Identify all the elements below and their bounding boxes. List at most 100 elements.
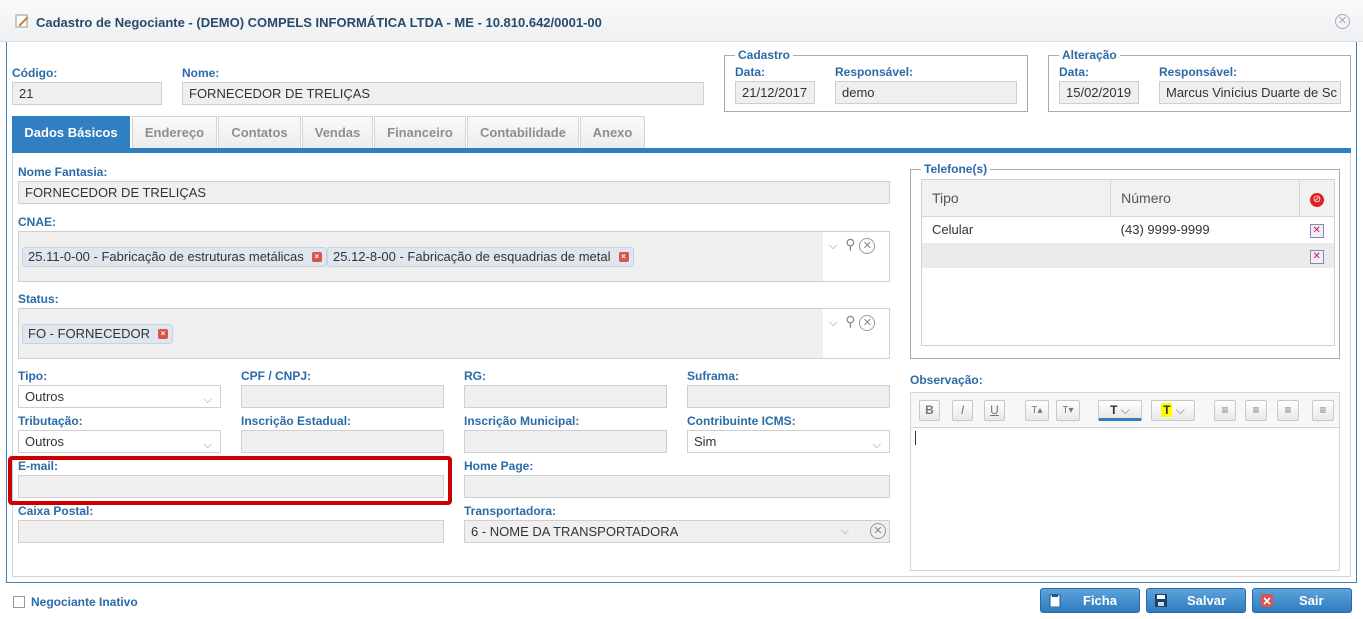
delete-row-icon[interactable]: ✕ xyxy=(1309,250,1324,264)
contribuinte-icms-select[interactable]: Sim ⌵ xyxy=(687,430,890,453)
justify-button[interactable]: ≡ xyxy=(1312,400,1334,421)
tributacao-select[interactable]: Outros ⌵ xyxy=(18,430,221,453)
remove-all-icon[interactable]: ⊘ xyxy=(1309,192,1324,207)
table-row[interactable]: Celular (43) 9999-9999 ✕ xyxy=(922,216,1334,243)
title-bar: Cadastro de Negociante - (DEMO) COMPELS … xyxy=(0,0,1363,42)
cnae-chip: 25.12-8-00 - Fabricação de esquadrias de… xyxy=(327,247,634,267)
chevron-down-icon: ⌵ xyxy=(872,439,881,451)
tipo-select[interactable]: Outros ⌵ xyxy=(18,385,221,408)
inscricao-municipal-field[interactable] xyxy=(464,430,667,453)
phones-header-row: Tipo Número ⊘ xyxy=(922,180,1334,217)
search-icon[interactable]: ⚲ xyxy=(845,313,855,329)
phone-numero-cell: (43) 9999-9999 xyxy=(1120,222,1210,238)
inscricao-estadual-label: Inscrição Estadual: xyxy=(241,414,352,428)
chevron-down-icon[interactable]: ⌵ xyxy=(829,240,837,252)
status-chip: FO - FORNECEDOR × xyxy=(22,324,174,344)
tributacao-label: Tributação: xyxy=(18,414,83,428)
cnae-multiselect[interactable]: 25.11-0-00 - Fabricação de estruturas me… xyxy=(18,231,890,282)
clear-icon[interactable]: ✕ xyxy=(870,523,886,539)
clear-icon[interactable]: ✕ xyxy=(859,315,876,331)
codigo-field[interactable]: 21 xyxy=(12,82,162,105)
col-numero-header: Número xyxy=(1110,180,1300,217)
alteracao-legend: Alteração xyxy=(1059,48,1120,62)
close-icon[interactable]: ✕ xyxy=(1335,14,1350,29)
alteracao-data-field[interactable]: 15/02/2019 xyxy=(1059,81,1139,104)
remove-chip-icon[interactable]: × xyxy=(311,252,322,262)
font-color-button[interactable]: T ⌵ xyxy=(1098,400,1142,421)
nome-field[interactable]: FORNECEDOR DE TRELIÇAS xyxy=(182,82,704,105)
telefones-legend: Telefone(s) xyxy=(921,162,991,176)
observacao-editor[interactable] xyxy=(910,428,1340,571)
chevron-down-icon: ⌵ xyxy=(203,439,212,451)
highlight-color-button[interactable]: T ⌵ xyxy=(1151,400,1195,421)
caixa-postal-field[interactable] xyxy=(18,520,444,543)
caixa-postal-label: Caixa Postal: xyxy=(18,504,94,518)
salvar-button[interactable]: Salvar xyxy=(1146,588,1246,613)
inscricao-municipal-label: Inscrição Municipal: xyxy=(464,414,580,428)
tab-vendas[interactable]: Vendas xyxy=(302,116,373,149)
bold-button[interactable]: B xyxy=(919,400,940,421)
remove-chip-icon[interactable]: × xyxy=(618,252,629,262)
negociante-inativo-label: Negociante Inativo xyxy=(31,595,138,609)
cpf-cnpj-field[interactable] xyxy=(241,385,444,408)
transportadora-label: Transportadora: xyxy=(464,504,557,518)
pencil-icon xyxy=(15,14,29,28)
underline-button[interactable]: U xyxy=(984,400,1005,421)
tab-dados-basicos[interactable]: Dados Básicos xyxy=(12,116,130,149)
sair-button[interactable]: Sair xyxy=(1252,588,1352,613)
status-label: Status: xyxy=(18,292,59,306)
home-page-field[interactable] xyxy=(464,475,890,498)
clipboard-icon xyxy=(1049,594,1061,607)
observacao-label: Observação: xyxy=(910,373,983,387)
home-page-label: Home Page: xyxy=(464,459,534,473)
email-highlight-box xyxy=(8,456,452,505)
cadastro-data-field[interactable]: 21/12/2017 xyxy=(735,81,815,104)
text-cursor xyxy=(915,431,916,445)
search-icon[interactable]: ⚲ xyxy=(845,236,855,252)
chevron-down-icon[interactable]: ⌵ xyxy=(841,521,849,542)
cadastro-data-label: Data: xyxy=(735,65,766,79)
alteracao-resp-field[interactable]: Marcus Vinícius Duarte de Sc xyxy=(1159,81,1341,104)
window-title: Cadastro de Negociante - (DEMO) COMPELS … xyxy=(36,15,602,30)
chevron-down-icon[interactable]: ⌵ xyxy=(829,317,837,329)
superscript-button[interactable]: T▴ xyxy=(1025,400,1049,421)
cpf-cnpj-label: CPF / CNPJ: xyxy=(241,369,312,383)
chevron-down-icon: ⌵ xyxy=(203,394,212,406)
phones-grid: Tipo Número ⊘ Celular (43) 9999-9999 ✕ ✕ xyxy=(921,179,1335,346)
cnae-label: CNAE: xyxy=(18,215,56,229)
remove-chip-icon[interactable]: × xyxy=(158,329,169,339)
codigo-label: Código: xyxy=(12,66,58,80)
delete-row-icon[interactable]: ✕ xyxy=(1309,224,1324,239)
alteracao-resp-label: Responsável: xyxy=(1159,65,1238,79)
inscricao-estadual-field[interactable] xyxy=(241,430,444,453)
save-icon xyxy=(1155,594,1167,607)
italic-button[interactable]: I xyxy=(952,400,973,421)
cadastro-legend: Cadastro xyxy=(735,48,794,62)
suframa-label: Suframa: xyxy=(687,369,740,383)
tab-endereco[interactable]: Endereço xyxy=(132,116,217,149)
status-multiselect[interactable]: FO - FORNECEDOR × ⌵ ⚲ ✕ xyxy=(18,308,890,359)
suframa-field[interactable] xyxy=(687,385,890,408)
negociante-inativo-checkbox[interactable] xyxy=(13,596,25,608)
ficha-button[interactable]: Ficha xyxy=(1040,588,1140,613)
tipo-label: Tipo: xyxy=(18,369,48,383)
transportadora-select[interactable]: 6 - NOME DA TRANSPORTADORA ⌵ ✕ xyxy=(464,520,890,543)
tab-contatos[interactable]: Contatos xyxy=(218,116,301,149)
phone-tipo-cell: Celular xyxy=(932,222,974,238)
subscript-button[interactable]: T▾ xyxy=(1056,400,1080,421)
align-right-button[interactable]: ≡ xyxy=(1277,400,1299,421)
tab-contabilidade[interactable]: Contabilidade xyxy=(467,116,579,149)
cadastro-resp-field[interactable]: demo xyxy=(835,81,1017,104)
tab-financeiro[interactable]: Financeiro xyxy=(374,116,466,149)
align-center-button[interactable]: ≡ xyxy=(1245,400,1267,421)
clear-icon[interactable]: ✕ xyxy=(859,238,876,254)
align-left-button[interactable]: ≡ xyxy=(1214,400,1236,421)
rg-field[interactable] xyxy=(464,385,667,408)
nome-fantasia-field[interactable]: FORNECEDOR DE TRELIÇAS xyxy=(18,181,890,204)
exit-icon xyxy=(1261,594,1273,607)
table-row[interactable]: ✕ xyxy=(922,243,1334,268)
tab-anexo[interactable]: Anexo xyxy=(580,116,645,149)
alteracao-data-label: Data: xyxy=(1059,65,1090,79)
cadastro-resp-label: Responsável: xyxy=(835,65,914,79)
col-tipo-header: Tipo xyxy=(922,180,1112,217)
